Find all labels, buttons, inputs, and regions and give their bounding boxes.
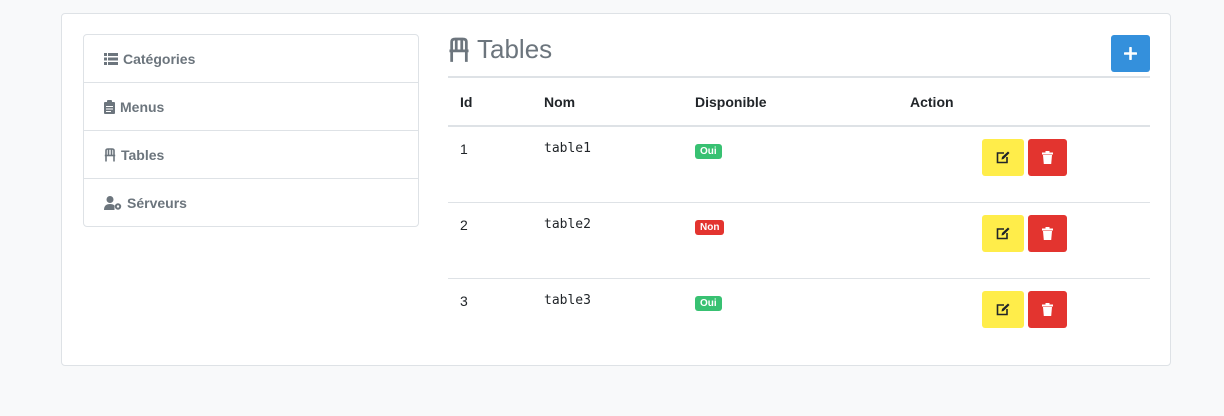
delete-button[interactable] bbox=[1028, 215, 1067, 252]
column-header-disponible: Disponible bbox=[683, 78, 898, 127]
edit-button[interactable] bbox=[982, 215, 1024, 252]
sidebar-item-tables[interactable]: Tables bbox=[84, 131, 418, 179]
edit-icon bbox=[996, 227, 1010, 240]
trash-icon bbox=[1042, 227, 1053, 240]
table-row: 1 table1 Oui bbox=[448, 126, 1150, 203]
trash-icon bbox=[1042, 303, 1053, 316]
column-header-action: Action bbox=[898, 78, 1150, 127]
sidebar-item-label: Catégories bbox=[123, 50, 196, 67]
cell-disponible: Oui bbox=[683, 279, 898, 355]
status-badge: Oui bbox=[695, 144, 722, 159]
delete-button[interactable] bbox=[1028, 139, 1067, 176]
column-header-id: Id bbox=[448, 78, 532, 127]
main-card: Catégories Menus Tables Sérveurs Tables bbox=[61, 13, 1171, 366]
cell-id: 3 bbox=[460, 293, 468, 309]
column-header-nom: Nom bbox=[532, 78, 683, 127]
add-table-button[interactable] bbox=[1111, 35, 1150, 72]
main-panel: Tables Id Nom Disponible Action 1 table1 bbox=[448, 34, 1150, 354]
sidebar-item-label: Menus bbox=[120, 98, 165, 115]
status-badge: Non bbox=[695, 220, 725, 235]
chair-icon bbox=[104, 147, 116, 161]
cell-nom: table2 bbox=[532, 202, 683, 279]
table-header-row: Id Nom Disponible Action bbox=[448, 78, 1150, 127]
sidebar-item-menus[interactable]: Menus bbox=[84, 83, 418, 131]
cell-id: 2 bbox=[448, 202, 532, 279]
cell-action bbox=[898, 202, 1150, 279]
cell-action bbox=[898, 279, 1150, 355]
trash-icon bbox=[1042, 151, 1053, 164]
status-badge: Oui bbox=[695, 296, 722, 311]
list-icon bbox=[104, 52, 118, 65]
delete-button[interactable] bbox=[1028, 291, 1067, 328]
cell-disponible: Non bbox=[683, 202, 898, 279]
cell-disponible: Oui bbox=[683, 126, 898, 203]
plus-icon bbox=[1124, 47, 1137, 60]
cell-nom: table1 bbox=[532, 126, 683, 203]
table-row: 3 table3 Oui bbox=[448, 279, 1150, 355]
sidebar-item-serveurs[interactable]: Sérveurs bbox=[84, 179, 418, 226]
table-row: 2 table2 Non bbox=[448, 202, 1150, 279]
sidebar-item-categories[interactable]: Catégories bbox=[84, 35, 418, 83]
cell-action bbox=[898, 126, 1150, 203]
edit-icon bbox=[996, 151, 1010, 164]
chair-icon bbox=[449, 37, 469, 62]
page-header: Tables bbox=[448, 34, 1150, 78]
clipboard-icon bbox=[104, 99, 115, 114]
edit-button[interactable] bbox=[982, 139, 1024, 176]
user-cog-icon bbox=[104, 195, 122, 210]
cell-id: 1 bbox=[448, 126, 532, 203]
page-title-text: Tables bbox=[477, 34, 553, 64]
page-title: Tables bbox=[448, 34, 552, 65]
sidebar-item-label: Sérveurs bbox=[127, 194, 187, 211]
tables-table: Id Nom Disponible Action 1 table1 Oui 2 … bbox=[448, 78, 1150, 354]
cell-nom: table3 bbox=[544, 293, 591, 308]
sidebar: Catégories Menus Tables Sérveurs bbox=[83, 34, 419, 227]
edit-icon bbox=[996, 303, 1010, 316]
edit-button[interactable] bbox=[982, 291, 1024, 328]
sidebar-item-label: Tables bbox=[121, 146, 165, 163]
